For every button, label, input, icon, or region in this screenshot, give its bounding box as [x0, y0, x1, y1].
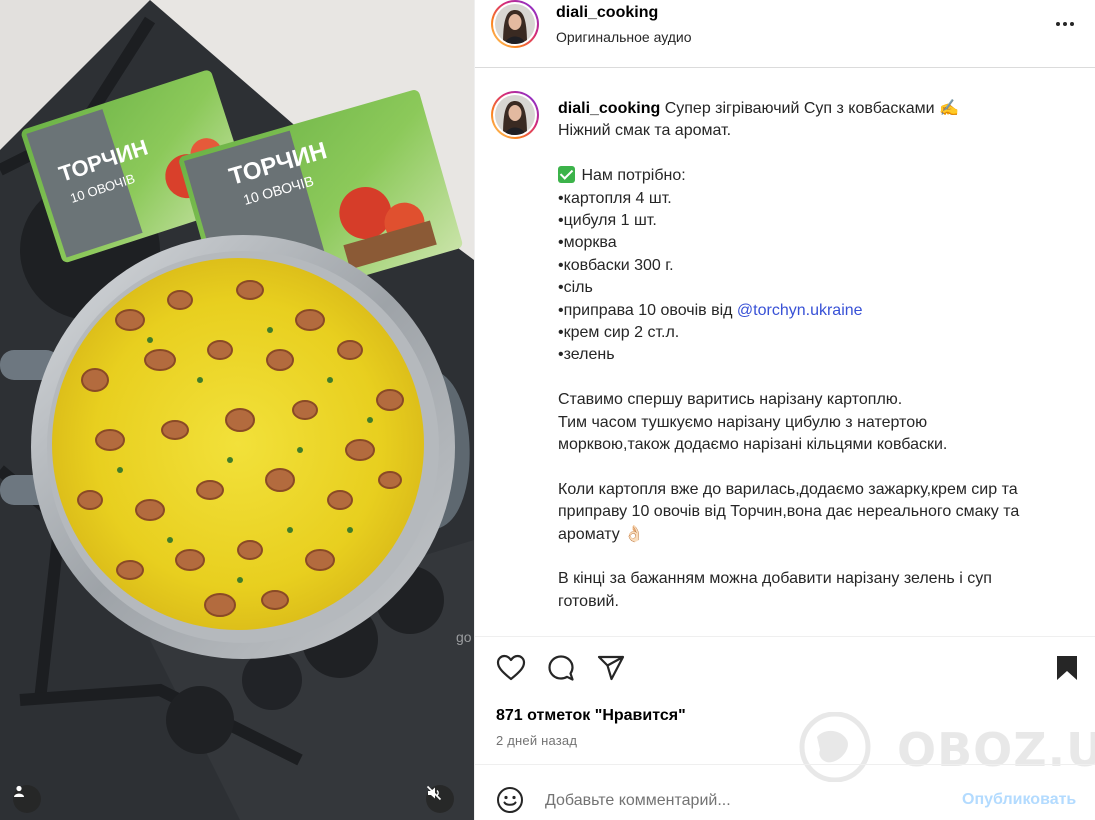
likes-count[interactable]: 871 отметок "Нравится": [496, 707, 686, 725]
ingredient-item: •ковбаски 300 г.: [558, 256, 674, 274]
action-bar: [475, 652, 1095, 688]
caption-username[interactable]: diali_cooking: [558, 100, 660, 117]
mention-link[interactable]: @torchyn.ukraine: [737, 302, 863, 319]
caption-title: Супер зігріваючий Суп з ковбасками: [660, 100, 935, 117]
ingredient-item: •морква: [558, 234, 617, 252]
post-details-panel: diali_cooking Оригинальное аудио diali_c…: [474, 0, 1095, 820]
avatar-photo: [495, 4, 535, 44]
instagram-post: go ТОРЧИН 10 ОВОЧІВ ТОРЧИН 10 ОВОЧІВ dia…: [0, 0, 1095, 820]
bookmark-icon: [1057, 656, 1077, 680]
step-line: приправу 10 овочів від Торчин,вона дає н…: [558, 503, 1020, 521]
more-options-button[interactable]: [1053, 12, 1077, 36]
check-mark-icon: [558, 166, 575, 184]
post-header: diali_cooking Оригинальное аудио: [475, 0, 1095, 68]
ingredient-item: •приправа 10 овочів від: [558, 301, 737, 319]
caption-line: Ніжний смак та аромат.: [558, 122, 732, 140]
user-tag-button[interactable]: [13, 785, 41, 813]
smiley-icon: [497, 787, 523, 813]
avatar-photo: [495, 95, 535, 135]
step-line: готовий.: [558, 592, 619, 610]
comment-input[interactable]: [545, 789, 925, 813]
mute-button[interactable]: [426, 785, 454, 813]
needed-label: Нам потрібно:: [577, 167, 686, 185]
step-line: Коли картопля вже до варилась,додаємо за…: [558, 480, 1018, 498]
save-button[interactable]: [1051, 652, 1083, 684]
post-photo: go ТОРЧИН 10 ОВОЧІВ ТОРЧИН 10 ОВОЧІВ: [0, 0, 474, 820]
ingredient-item: •сіль: [558, 279, 593, 297]
more-horizontal-icon: [1056, 22, 1074, 26]
ingredient-item: •крем сир 2 ст.л.: [558, 324, 680, 342]
post-timestamp[interactable]: 2 дней назад: [496, 733, 577, 748]
step-line: В кінці за бажанням можна добавити наріз…: [558, 570, 992, 588]
original-audio-link[interactable]: Оригинальное аудио: [556, 29, 692, 45]
ok-hand-emoji: 👌🏻: [624, 525, 645, 543]
step-line: морквою,також додаємо нарізані кільцями …: [558, 436, 948, 454]
comment-icon: [548, 655, 574, 681]
emoji-button[interactable]: [495, 785, 525, 815]
header-username[interactable]: diali_cooking: [556, 4, 658, 22]
paper-plane-icon: [597, 655, 625, 681]
avatar[interactable]: [491, 0, 539, 48]
ingredient-item: •зелень: [558, 346, 615, 364]
publish-button[interactable]: Опубликовать: [962, 791, 1076, 809]
speaker-muted-icon: [426, 785, 442, 801]
comment-button[interactable]: [545, 652, 577, 684]
step-line: Ставимо спершу варитись нарізану картопл…: [558, 391, 903, 409]
stove-brand: go: [456, 629, 472, 645]
caption-area: diali_cooking Супер зігріваючий Суп з ко…: [475, 69, 1095, 637]
step-line: аромату: [558, 525, 620, 543]
share-button[interactable]: [595, 652, 627, 684]
ingredient-item: •цибуля 1 шт.: [558, 212, 657, 230]
ingredient-item: •картопля 4 шт.: [558, 189, 672, 207]
caption-avatar[interactable]: [491, 91, 539, 139]
person-icon: [14, 785, 24, 797]
writing-hand-emoji: ✍️: [939, 100, 959, 117]
like-button[interactable]: [495, 652, 527, 684]
post-media[interactable]: go ТОРЧИН 10 ОВОЧІВ ТОРЧИН 10 ОВОЧІВ: [0, 0, 474, 820]
heart-icon: [496, 654, 526, 681]
step-line: Тим часом тушкуємо нарізану цибулю з нат…: [558, 413, 928, 431]
comment-bar: Опубликовать: [475, 764, 1095, 820]
post-caption: diali_cooking Супер зігріваючий Суп з ко…: [558, 98, 1078, 613]
